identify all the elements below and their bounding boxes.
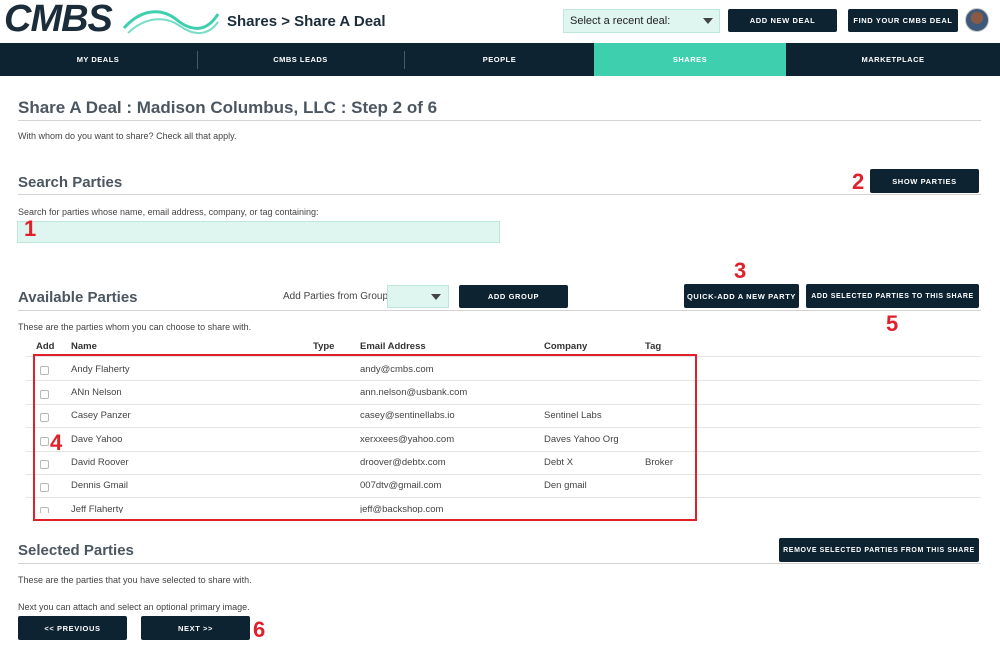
breadcrumb: Shares > Share A Deal (227, 13, 386, 30)
add-new-deal-button[interactable]: ADD NEW DEAL (728, 9, 837, 32)
next-button[interactable]: NEXT >> (141, 616, 250, 640)
column-header-email: Email Address (360, 341, 426, 352)
next-hint: Next you can attach and select an option… (18, 602, 250, 612)
page-title: Share A Deal : Madison Columbus, LLC : S… (18, 98, 438, 117)
user-avatar[interactable] (965, 8, 989, 32)
available-parties-heading: Available Parties (18, 289, 138, 306)
wave-logo-icon (122, 10, 220, 34)
top-header: CMBS Shares > Share A Deal Select a rece… (0, 0, 1000, 43)
main-nav: MY DEALS CMBS LEADS PEOPLE SHARES MARKET… (0, 43, 1000, 76)
annotation-marker: 1 (24, 216, 37, 241)
group-label: Add Parties from Group (283, 291, 389, 302)
nav-people[interactable]: PEOPLE (405, 43, 594, 76)
logo-wordmark: CMBS (4, 0, 113, 40)
party-search-input[interactable] (17, 221, 500, 243)
show-parties-button[interactable]: SHOW PARTIES (870, 169, 979, 193)
remove-selected-parties-button[interactable]: REMOVE SELECTED PARTIES FROM THIS SHARE (779, 538, 979, 562)
cmbs-logo[interactable]: CMBS (4, 0, 220, 42)
recent-deal-select[interactable]: Select a recent deal: (563, 9, 720, 33)
column-header-tag: Tag (645, 341, 662, 352)
recent-deal-select-value: Select a recent deal: (570, 15, 671, 27)
chevron-down-icon (431, 294, 441, 300)
nav-shares[interactable]: SHARES (594, 43, 786, 76)
annotation-marker: 5 (886, 311, 899, 336)
column-header-add: Add (36, 341, 55, 352)
nav-my-deals[interactable]: MY DEALS (0, 43, 196, 76)
selected-parties-heading: Selected Parties (18, 542, 134, 559)
find-cmbs-deal-button[interactable]: FIND YOUR CMBS DEAL (848, 9, 958, 32)
selected-description: These are the parties that you have sele… (18, 575, 252, 585)
selected-divider (18, 563, 981, 564)
intro-text: With whom do you want to share? Check al… (18, 131, 237, 141)
add-selected-parties-button[interactable]: ADD SELECTED PARTIES TO THIS SHARE (806, 284, 979, 308)
add-group-button[interactable]: ADD GROUP (459, 285, 568, 308)
nav-marketplace[interactable]: MARKETPLACE (786, 43, 1000, 76)
annotation-marker: 6 (253, 617, 266, 642)
column-header-name: Name (71, 341, 97, 352)
search-divider (18, 194, 981, 195)
search-hint: Search for parties whose name, email add… (18, 207, 319, 217)
annotation-marker: 2 (852, 169, 865, 194)
column-header-company: Company (544, 341, 588, 352)
title-divider (18, 120, 981, 121)
annotation-marker: 4 (50, 430, 63, 455)
nav-cmbs-leads[interactable]: CMBS LEADS (198, 43, 403, 76)
search-parties-heading: Search Parties (18, 174, 123, 191)
column-header-type: Type (313, 341, 335, 352)
previous-button[interactable]: << PREVIOUS (18, 616, 127, 640)
group-select[interactable] (387, 285, 449, 308)
chevron-down-icon (703, 18, 713, 24)
available-divider (18, 310, 981, 311)
available-description: These are the parties whom you can choos… (18, 322, 252, 332)
quick-add-party-button[interactable]: QUICK-ADD A NEW PARTY (684, 284, 799, 308)
annotation-highlight-box (33, 354, 697, 521)
annotation-marker: 3 (734, 258, 747, 283)
